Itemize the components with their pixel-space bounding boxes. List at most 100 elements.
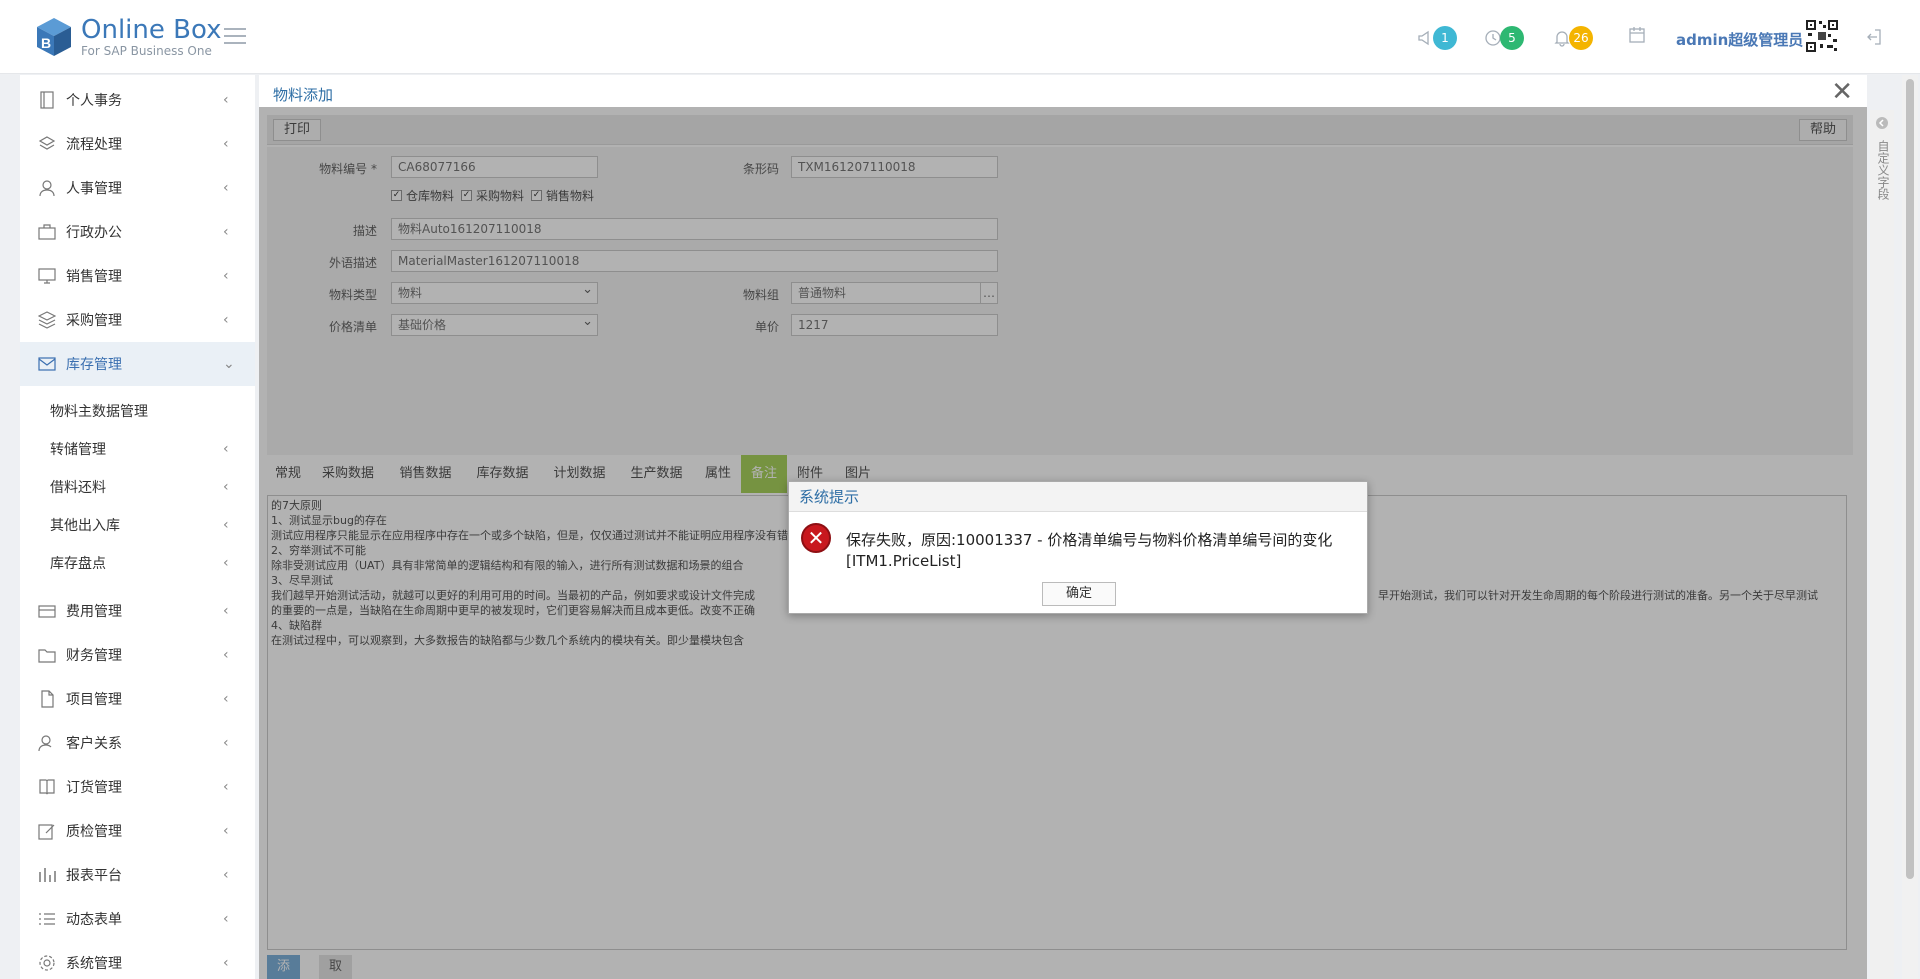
sidebar-item-label: 销售管理 xyxy=(66,269,122,285)
sidebar-item-label: 个人事务 xyxy=(66,93,122,109)
chart-icon xyxy=(39,868,56,882)
sidebar-item-expense[interactable]: 费用管理 ‹ xyxy=(20,589,255,633)
sidebar-item-label: 报表平台 xyxy=(66,868,122,884)
chevron-left-icon: ‹ xyxy=(223,779,229,795)
sidebar-subitem-borrow-return[interactable]: 借料还料 ‹ xyxy=(20,468,255,506)
gear-icon xyxy=(39,955,55,971)
calendar-button[interactable] xyxy=(1628,26,1646,44)
sidebar-item-reports[interactable]: 报表平台 ‹ xyxy=(20,853,255,897)
sidebar-subitem-label: 库存盘点 xyxy=(50,556,106,572)
sidebar-item-hr[interactable]: 人事管理 ‹ xyxy=(20,166,255,210)
sidebar-item-system[interactable]: 系统管理 ‹ xyxy=(20,941,255,979)
sidebar-item-label: 动态表单 xyxy=(66,912,122,928)
folder-icon xyxy=(38,649,56,663)
pending-button[interactable]: 5 xyxy=(1484,26,1524,50)
sidebar-subitem-other-in-out[interactable]: 其他出入库 ‹ xyxy=(20,506,255,544)
sidebar-item-dynamic-forms[interactable]: 动态表单 ‹ xyxy=(20,897,255,941)
scrollbar-thumb[interactable] xyxy=(1906,79,1914,879)
logout-button[interactable] xyxy=(1865,28,1883,50)
chevron-left-icon: ‹ xyxy=(223,268,229,284)
sidebar-subitem-label: 借料还料 xyxy=(50,480,106,496)
sidebar-item-label: 客户关系 xyxy=(66,736,122,752)
sidebar-subitem-label: 其他出入库 xyxy=(50,518,120,534)
sidebar-item-project[interactable]: 项目管理 ‹ xyxy=(20,677,255,721)
sidebar-item-crm[interactable]: 客户关系 ‹ xyxy=(20,721,255,765)
chevron-left-icon: ‹ xyxy=(223,312,229,328)
chevron-down-icon: ⌄ xyxy=(223,356,235,372)
sidebar-item-purchase[interactable]: 采购管理 ‹ xyxy=(20,298,255,342)
dialog-title: 系统提示 xyxy=(789,482,1367,512)
sidebar-item-ordering[interactable]: 订货管理 ‹ xyxy=(20,765,255,809)
app-subtitle: For SAP Business One xyxy=(81,44,212,58)
sidebar-item-label: 费用管理 xyxy=(66,604,122,620)
logout-icon xyxy=(1867,29,1881,45)
announcement-count: 1 xyxy=(1433,26,1457,50)
chevron-left-icon: ‹ xyxy=(223,180,229,196)
sidebar-subitem-material-master[interactable]: 物料主数据管理 xyxy=(20,392,255,430)
sidebar-item-label: 财务管理 xyxy=(66,648,122,664)
customer-icon xyxy=(38,735,52,752)
sidebar-item-sales[interactable]: 销售管理 ‹ xyxy=(20,254,255,298)
app-title: Online Box xyxy=(81,15,222,45)
list-icon xyxy=(39,913,55,925)
ok-button[interactable]: 确定 xyxy=(1042,582,1116,606)
app-logo[interactable]: B Online Box For SAP Business One xyxy=(33,16,221,58)
sidebar-item-personal[interactable]: 个人事务 ‹ xyxy=(20,78,255,122)
sidebar-item-label: 人事管理 xyxy=(66,181,122,197)
announcement-button[interactable]: 1 xyxy=(1417,26,1457,50)
sidebar-subitem-label: 转储管理 xyxy=(50,442,106,458)
chevron-left-icon: ‹ xyxy=(223,691,229,707)
chevron-left-icon: ‹ xyxy=(223,735,229,751)
inbox-icon xyxy=(38,357,56,371)
chevron-left-icon: ‹ xyxy=(223,441,229,457)
error-icon: ✕ xyxy=(801,523,831,553)
sidebar-item-finance[interactable]: 财务管理 ‹ xyxy=(20,633,255,677)
chevron-left-icon: ‹ xyxy=(223,517,229,533)
custom-field-panel-toggle[interactable]: 自定义字段 xyxy=(1870,110,1894,979)
notifications-button[interactable]: 26 xyxy=(1553,26,1593,50)
sidebar-item-inventory[interactable]: 库存管理 ⌄ xyxy=(20,342,255,386)
person-icon xyxy=(39,180,55,197)
chevron-left-icon: ‹ xyxy=(223,647,229,663)
sidebar-item-label: 流程处理 xyxy=(66,137,122,153)
menu-toggle-icon[interactable] xyxy=(224,28,246,44)
chevron-left-icon: ‹ xyxy=(223,955,229,971)
page-scrollbar[interactable] xyxy=(1902,75,1918,979)
sidebar-item-label: 质检管理 xyxy=(66,824,122,840)
sidebar-subitem-label: 物料主数据管理 xyxy=(50,404,148,420)
sidebar-item-label: 采购管理 xyxy=(66,313,122,329)
sidebar-item-workflow[interactable]: 流程处理 ‹ xyxy=(20,122,255,166)
edit-icon xyxy=(38,824,55,840)
system-alert-dialog: 系统提示 ✕ 保存失败，原因:10001337 - 价格清单编号与物料价格清单编… xyxy=(788,481,1368,614)
top-header: B Online Box For SAP Business One 1 5 26… xyxy=(0,0,1920,74)
sidebar-item-label: 订货管理 xyxy=(66,780,122,796)
briefcase-icon xyxy=(38,224,56,240)
sidebar: 个人事务 ‹ 流程处理 ‹ 人事管理 ‹ 行政办公 ‹ 销售管理 ‹ 采购管理 … xyxy=(20,75,255,979)
page-title: 物料添加 xyxy=(273,86,334,104)
chevron-circle-icon xyxy=(1876,117,1888,129)
sidebar-subitem-transfer[interactable]: 转储管理 ‹ xyxy=(20,430,255,468)
calendar-icon xyxy=(1629,27,1645,43)
monitor-icon xyxy=(38,268,56,284)
chevron-left-icon: ‹ xyxy=(223,603,229,619)
user-name[interactable]: admin超级管理员 xyxy=(1676,29,1803,50)
chevron-left-icon: ‹ xyxy=(223,867,229,883)
sidebar-item-label: 系统管理 xyxy=(66,956,122,972)
sidebar-item-admin-office[interactable]: 行政办公 ‹ xyxy=(20,210,255,254)
sidebar-item-label: 项目管理 xyxy=(66,692,122,708)
notebook-icon xyxy=(40,91,54,109)
sidebar-subitem-stock-count[interactable]: 库存盘点 ‹ xyxy=(20,544,255,582)
sidebar-item-quality[interactable]: 质检管理 ‹ xyxy=(20,809,255,853)
stack-icon xyxy=(38,311,56,329)
custom-field-label: 自定义字段 xyxy=(1876,140,1890,200)
chevron-left-icon: ‹ xyxy=(223,823,229,839)
pending-count: 5 xyxy=(1500,26,1524,50)
book-icon xyxy=(39,779,55,795)
document-icon xyxy=(41,690,54,708)
chevron-left-icon: ‹ xyxy=(223,136,229,152)
sidebar-item-label: 行政办公 xyxy=(66,225,122,241)
qr-code-avatar-icon[interactable] xyxy=(1805,19,1839,53)
close-icon[interactable]: ✕ xyxy=(1831,79,1853,105)
dialog-message: 保存失败，原因:10001337 - 价格清单编号与物料价格清单编号间的变化 [… xyxy=(846,531,1333,570)
chevron-left-icon: ‹ xyxy=(223,555,229,571)
